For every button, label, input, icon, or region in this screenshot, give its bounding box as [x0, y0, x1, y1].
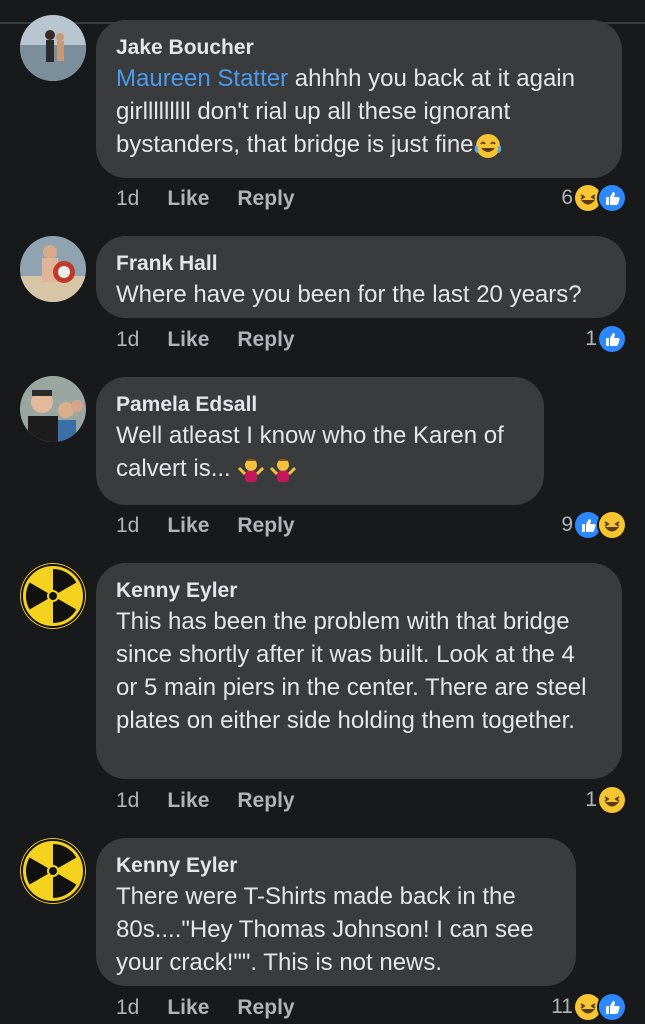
reaction-count: 9 — [561, 513, 573, 536]
avatar[interactable] — [20, 376, 86, 442]
reactions-summary[interactable]: 6 — [561, 182, 627, 214]
comment-text: Maureen Statter ahhhh you back at it aga… — [116, 62, 602, 161]
comment-actions: 1d Like Reply — [116, 993, 295, 1023]
reply-button[interactable]: Reply — [237, 187, 294, 211]
like-icon — [597, 324, 627, 354]
comment-text: There were T-Shirts made back in the 80s… — [116, 883, 534, 976]
shrug-emoji-icon — [269, 456, 297, 484]
comment-bubble: Kenny Eyler This has been the problem wi… — [96, 563, 622, 779]
avatar[interactable] — [20, 838, 86, 904]
avatar[interactable] — [20, 236, 86, 302]
comment-text: This has been the problem with that brid… — [116, 608, 587, 734]
reply-button[interactable]: Reply — [237, 328, 294, 352]
reply-button[interactable]: Reply — [237, 514, 294, 538]
like-icon — [597, 992, 627, 1022]
comment-text: Where have you been for the last 20 year… — [116, 281, 582, 308]
comment-timestamp[interactable]: 1d — [116, 789, 139, 813]
reaction-count: 1 — [585, 327, 597, 350]
comment-timestamp[interactable]: 1d — [116, 996, 139, 1020]
like-button[interactable]: Like — [167, 514, 209, 538]
like-button[interactable]: Like — [167, 996, 209, 1020]
comment-author[interactable]: Jake Boucher — [116, 34, 602, 62]
comment-bubble: Kenny Eyler There were T-Shirts made bac… — [96, 838, 576, 986]
comment-actions: 1d Like Reply — [116, 511, 295, 541]
comment-author[interactable]: Kenny Eyler — [116, 577, 602, 605]
reaction-count: 6 — [561, 186, 573, 209]
reactions-summary[interactable]: 11 — [551, 991, 627, 1023]
comment-timestamp[interactable]: 1d — [116, 328, 139, 352]
comment-actions: 1d Like Reply — [116, 325, 295, 355]
haha-icon — [597, 785, 627, 815]
comment-timestamp[interactable]: 1d — [116, 514, 139, 538]
comment-author[interactable]: Frank Hall — [116, 250, 606, 278]
like-button[interactable]: Like — [167, 187, 209, 211]
like-button[interactable]: Like — [167, 789, 209, 813]
reaction-count: 1 — [585, 788, 597, 811]
comment-actions: 1d Like Reply — [116, 786, 295, 816]
like-icon — [597, 183, 627, 213]
haha-icon — [597, 510, 627, 540]
comment-body: Well atleast I know who the Karen of cal… — [116, 422, 504, 482]
reactions-summary[interactable]: 1 — [585, 784, 627, 816]
reactions-summary[interactable]: 1 — [585, 323, 627, 355]
comment-timestamp[interactable]: 1d — [116, 187, 139, 211]
mention-link[interactable]: Maureen Statter — [116, 65, 288, 92]
avatar[interactable] — [20, 563, 86, 629]
laughing-tears-emoji-icon — [474, 132, 502, 160]
reply-button[interactable]: Reply — [237, 789, 294, 813]
avatar[interactable] — [20, 15, 86, 81]
comment-author[interactable]: Kenny Eyler — [116, 852, 556, 880]
comment-text: Well atleast I know who the Karen of cal… — [116, 419, 524, 485]
comment-actions: 1d Like Reply — [116, 184, 295, 214]
reactions-summary[interactable]: 9 — [561, 509, 627, 541]
comment-author[interactable]: Pamela Edsall — [116, 391, 524, 419]
comment-bubble: Jake Boucher Maureen Statter ahhhh you b… — [96, 20, 622, 178]
shrug-emoji-icon — [237, 456, 265, 484]
like-button[interactable]: Like — [167, 328, 209, 352]
reply-button[interactable]: Reply — [237, 996, 294, 1020]
reaction-count: 11 — [551, 995, 573, 1018]
comment-bubble: Pamela Edsall Well atleast I know who th… — [96, 377, 544, 505]
comment-bubble: Frank Hall Where have you been for the l… — [96, 236, 626, 318]
